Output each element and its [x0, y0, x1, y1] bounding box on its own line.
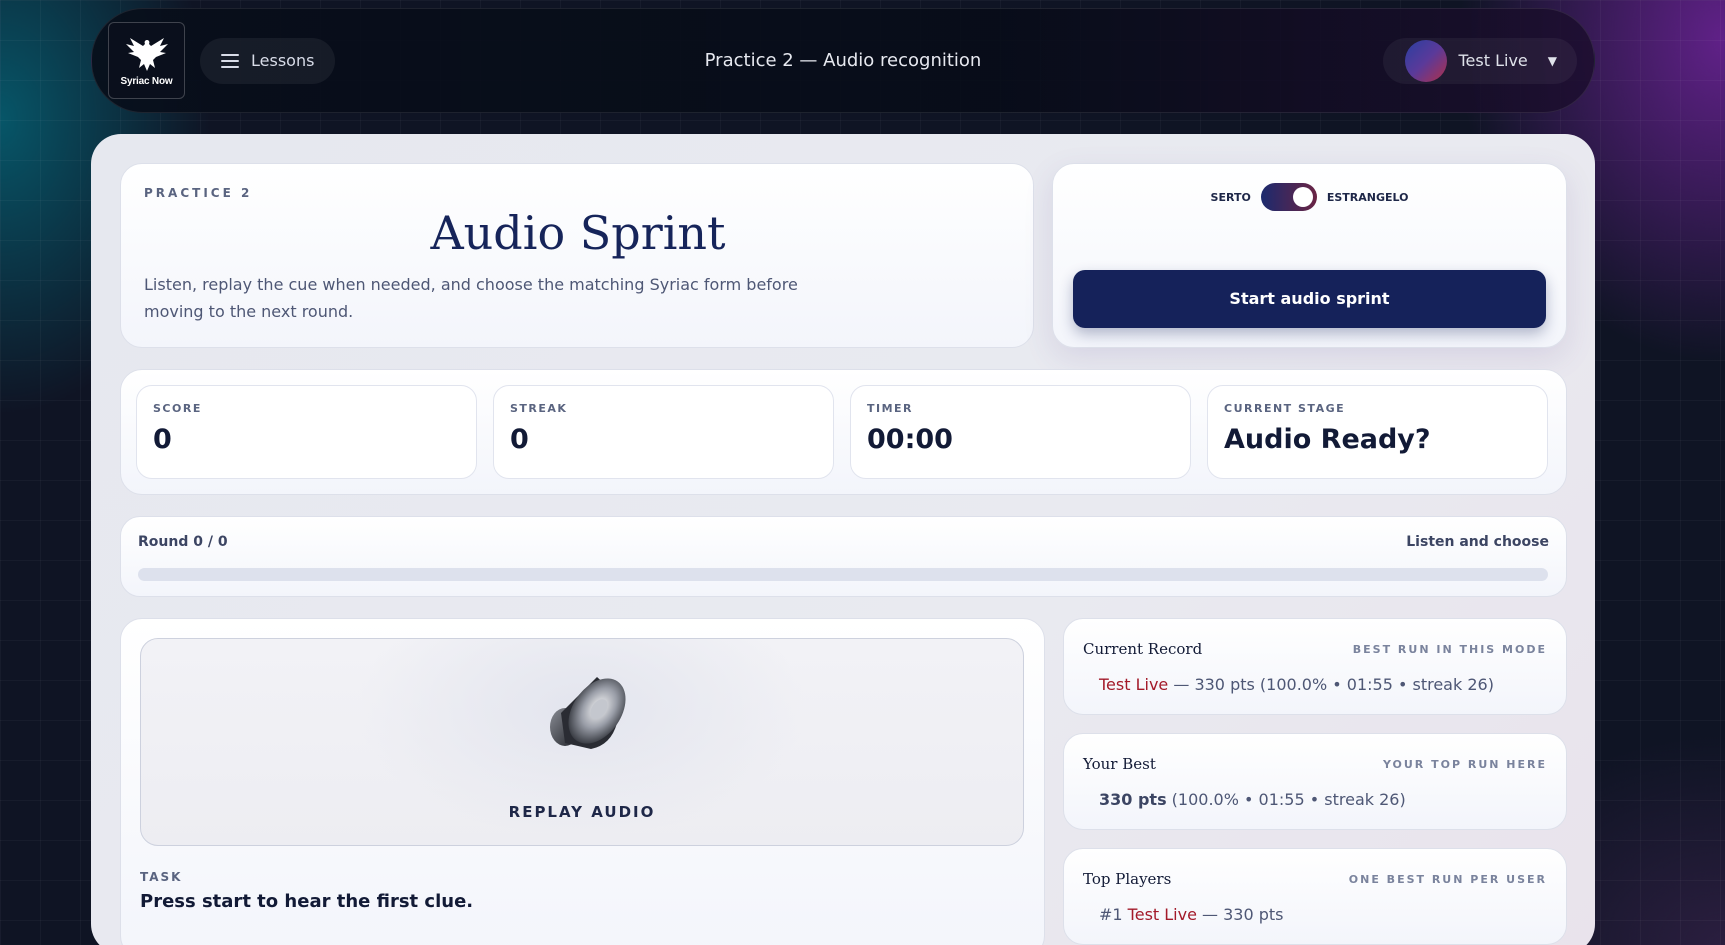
stat-score: SCORE 0: [136, 385, 477, 479]
top-bar: Syriac Now Lessons Practice 2 — Audio re…: [91, 8, 1595, 113]
bird-icon: [125, 38, 168, 71]
lessons-label: Lessons: [251, 51, 315, 70]
stat-streak: STREAK 0: [493, 385, 834, 479]
user-menu[interactable]: Test Live ▼: [1382, 37, 1577, 84]
hero-card: PRACTICE 2 Audio Sprint Listen, replay t…: [120, 163, 1034, 348]
round-hint: Listen and choose: [1406, 534, 1549, 550]
user-name: Test Live: [1458, 51, 1528, 70]
record-holder-name[interactable]: Test Live: [1099, 675, 1168, 694]
current-record-card: Current Record BEST RUN IN THIS MODE Tes…: [1063, 618, 1567, 715]
top-player-detail: — 330 pts: [1196, 905, 1284, 924]
your-best-title: Your Best: [1083, 755, 1156, 773]
stat-value: 0: [153, 424, 172, 455]
stat-value: 0: [510, 424, 529, 455]
stat-label: TIMER: [867, 402, 914, 415]
your-best-entry: 330 pts (100.0% • 01:55 • streak 26): [1099, 790, 1406, 809]
hero-title: Audio Sprint: [430, 206, 726, 260]
toggle-label-serto[interactable]: SERTO: [1211, 191, 1251, 204]
hero-eyebrow: PRACTICE 2: [144, 186, 253, 200]
top-player-name[interactable]: Test Live: [1128, 905, 1197, 924]
logo-text: Syriac Now: [120, 76, 173, 87]
round-label: Round 0 / 0: [138, 534, 228, 550]
your-best-subtitle: YOUR TOP RUN HERE: [1382, 758, 1547, 771]
your-best-points: 330 pts: [1099, 790, 1167, 809]
stats-bar: SCORE 0 STREAK 0 TIMER 00:00 CURRENT STA…: [120, 369, 1567, 495]
top-player-entry: #1 Test Live — 330 pts: [1099, 905, 1284, 924]
stat-current-stage: CURRENT STAGE Audio Ready?: [1207, 385, 1548, 479]
audio-stage: REPLAY AUDIO TASK Press start to hear th…: [120, 618, 1045, 945]
logo[interactable]: Syriac Now: [108, 22, 185, 99]
top-players-subtitle: ONE BEST RUN PER USER: [1348, 873, 1547, 886]
stat-value: Audio Ready?: [1224, 424, 1431, 455]
speaker-icon: [550, 677, 626, 749]
control-card: SERTO ESTRANGELO Start audio sprint: [1052, 163, 1567, 348]
your-best-card: Your Best YOUR TOP RUN HERE 330 pts (100…: [1063, 733, 1567, 830]
toggle-label-estrangelo[interactable]: ESTRANGELO: [1327, 191, 1409, 204]
hero-description: Listen, replay the cue when needed, and …: [144, 275, 798, 321]
menu-icon: [221, 53, 239, 68]
task-text: Press start to hear the first clue.: [140, 891, 474, 912]
replay-audio-label: REPLAY AUDIO: [508, 803, 656, 821]
stat-label: CURRENT STAGE: [1224, 402, 1346, 415]
lessons-button[interactable]: Lessons: [200, 37, 336, 84]
avatar: [1404, 39, 1447, 82]
record-detail: — 330 pts (100.0% • 01:55 • streak 26): [1168, 675, 1494, 694]
stat-label: SCORE: [153, 402, 202, 415]
round-progress: Round 0 / 0 Listen and choose: [120, 516, 1567, 597]
progress-track: [138, 568, 1548, 581]
chevron-down-icon: ▼: [1547, 53, 1557, 68]
stat-label: STREAK: [510, 402, 568, 415]
your-best-detail: (100.0% • 01:55 • streak 26): [1166, 790, 1406, 809]
top-player-rank: #1: [1099, 905, 1128, 924]
script-switch[interactable]: [1260, 183, 1317, 211]
start-audio-sprint-button[interactable]: Start audio sprint: [1073, 270, 1546, 328]
current-record-title: Current Record: [1083, 640, 1203, 658]
top-players-card: Top Players ONE BEST RUN PER USER #1 Tes…: [1063, 848, 1567, 945]
replay-audio-button[interactable]: REPLAY AUDIO: [140, 638, 1024, 846]
switch-knob: [1292, 187, 1313, 207]
script-toggle: SERTO ESTRANGELO: [1053, 183, 1566, 211]
stat-value: 00:00: [867, 424, 953, 455]
stat-timer: TIMER 00:00: [850, 385, 1191, 479]
top-players-title: Top Players: [1083, 870, 1172, 888]
task-label: TASK: [140, 870, 183, 884]
current-record-subtitle: BEST RUN IN THIS MODE: [1352, 643, 1547, 656]
current-record-entry: Test Live — 330 pts (100.0% • 01:55 • st…: [1099, 675, 1494, 694]
main-panel: PRACTICE 2 Audio Sprint Listen, replay t…: [91, 134, 1595, 945]
